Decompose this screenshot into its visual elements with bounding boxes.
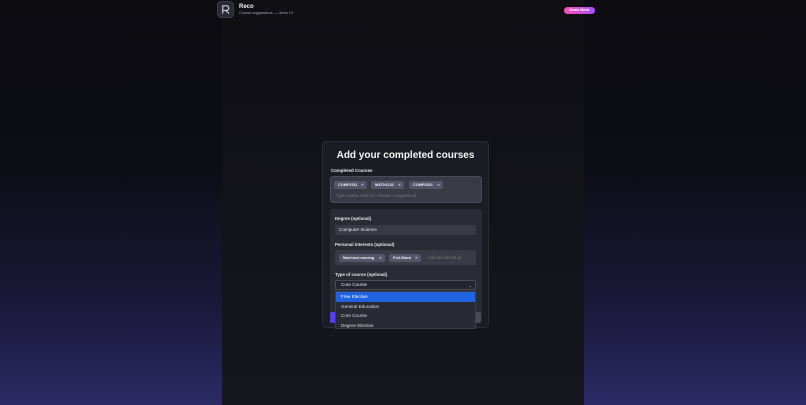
dropdown-option-general-education[interactable]: General Education bbox=[336, 302, 475, 312]
demo-mode-badge[interactable]: Demo Mode bbox=[564, 7, 595, 14]
course-type-dropdown: Free Elective General Education Core Cou… bbox=[335, 291, 476, 329]
background-left bbox=[0, 0, 222, 405]
page-title: Add your completed courses bbox=[336, 150, 475, 161]
completed-courses-label: Completed Courses bbox=[331, 168, 373, 173]
course-chip: COMP1511 ✕ bbox=[334, 181, 367, 189]
app-header: Reco Course suggestions — demo UI Demo M… bbox=[0, 0, 806, 22]
dropdown-option-free-elective[interactable]: Free Elective bbox=[336, 292, 475, 302]
interest-chip-label: Full-Stack bbox=[393, 256, 412, 260]
dropdown-option-core-course[interactable]: Core Course bbox=[336, 311, 475, 321]
interest-chip-label: MachineLearning bbox=[343, 256, 375, 260]
close-icon[interactable]: ✕ bbox=[437, 181, 440, 189]
chevron-down-icon: ⌄ bbox=[468, 283, 472, 288]
brand-tagline: Course suggestions — demo UI bbox=[239, 11, 293, 15]
background-right bbox=[584, 0, 806, 405]
interests-field[interactable]: MachineLearning ✕ Full-Stack ✕ bbox=[335, 250, 476, 265]
course-chip-label: MATH1131 bbox=[375, 183, 394, 187]
course-chip-label: COMP1511 bbox=[338, 183, 358, 187]
course-type-label: Type of course (optional) bbox=[335, 272, 388, 277]
interests-label: Personal interests (optional) bbox=[335, 242, 395, 247]
course-chip: MATH1131 ✕ bbox=[371, 181, 404, 189]
course-chip-label: COMP2521 bbox=[413, 183, 433, 187]
close-icon[interactable]: ✕ bbox=[361, 181, 364, 189]
course-type-select[interactable]: Core Course ⌄ bbox=[335, 280, 476, 290]
close-icon[interactable]: ✕ bbox=[415, 254, 418, 262]
dropdown-option-degree-elective[interactable]: Degree Elective bbox=[336, 321, 475, 331]
completed-courses-field[interactable]: COMP1511 ✕ MATH1131 ✕ COMP2521 ✕ bbox=[330, 176, 482, 203]
interest-chip: MachineLearning ✕ bbox=[339, 254, 385, 262]
course-code-input[interactable] bbox=[336, 192, 476, 199]
interest-input[interactable] bbox=[428, 254, 474, 261]
brand-name: Reco bbox=[239, 4, 254, 10]
degree-input[interactable]: Computer Science bbox=[335, 225, 476, 235]
interest-chip: Full-Stack ✕ bbox=[389, 254, 421, 262]
close-icon[interactable]: ✕ bbox=[379, 254, 382, 262]
r-logo-icon bbox=[217, 1, 234, 18]
degree-label: Degree (optional) bbox=[335, 216, 372, 221]
course-type-value: Core Course bbox=[341, 282, 368, 287]
close-icon[interactable]: ✕ bbox=[398, 181, 401, 189]
course-chip: COMP2521 ✕ bbox=[409, 181, 443, 189]
